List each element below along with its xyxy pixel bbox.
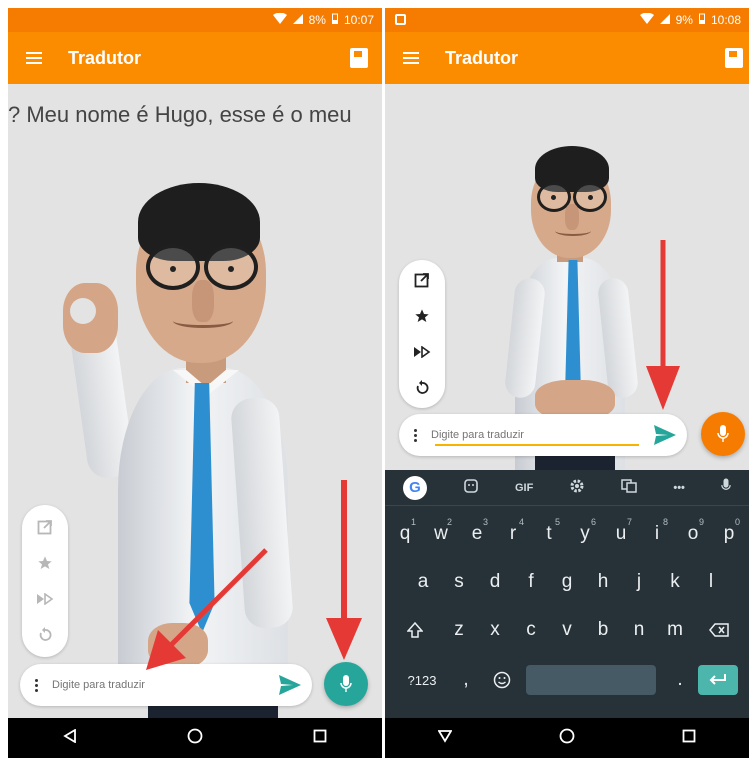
- key-m[interactable]: m: [657, 610, 693, 650]
- comma-key[interactable]: ,: [448, 660, 484, 700]
- home-icon[interactable]: [187, 728, 203, 749]
- key-n[interactable]: n: [621, 610, 657, 650]
- input-underline: [435, 444, 639, 446]
- keyboard-toolbar: G GIF •••: [385, 470, 749, 506]
- key-k[interactable]: k: [657, 562, 693, 602]
- mic-icon: [717, 425, 729, 442]
- home-icon[interactable]: [559, 728, 575, 749]
- translate-icon[interactable]: [621, 478, 638, 497]
- period-key[interactable]: .: [662, 660, 698, 700]
- key-v[interactable]: v: [549, 610, 585, 650]
- playback-speed-icon[interactable]: [399, 334, 445, 370]
- key-b[interactable]: b: [585, 610, 621, 650]
- key-g[interactable]: g: [549, 562, 585, 602]
- key-j[interactable]: j: [621, 562, 657, 602]
- key-i[interactable]: i8: [639, 514, 675, 554]
- key-h[interactable]: h: [585, 562, 621, 602]
- gif-button[interactable]: GIF: [515, 482, 533, 494]
- key-c[interactable]: c: [513, 610, 549, 650]
- system-nav-bar: [8, 718, 382, 758]
- symbols-key[interactable]: ?123: [396, 660, 448, 700]
- mic-button[interactable]: [324, 662, 368, 706]
- translate-input[interactable]: [431, 429, 643, 441]
- key-o[interactable]: o9: [675, 514, 711, 554]
- key-t[interactable]: t5: [531, 514, 567, 554]
- key-a[interactable]: a: [405, 562, 441, 602]
- key-z[interactable]: z: [441, 610, 477, 650]
- key-e[interactable]: e3: [459, 514, 495, 554]
- google-icon[interactable]: G: [403, 475, 427, 500]
- emoji-icon: [493, 671, 511, 689]
- translate-input-bar: [399, 414, 687, 456]
- external-link-icon[interactable]: [399, 262, 445, 298]
- right-phone-screen: 9% 10:08 Tradutor Digite para traduzir G…: [385, 8, 749, 758]
- key-f[interactable]: f: [513, 562, 549, 602]
- mic-icon: [340, 675, 352, 692]
- star-icon[interactable]: [399, 298, 445, 334]
- system-nav-bar: [385, 718, 749, 758]
- more-icon[interactable]: •••: [673, 482, 685, 494]
- gboard-keyboard: G GIF ••• q1 w2 e3 r4 t5 y6 u7 i8 o9 p0: [385, 470, 749, 720]
- translate-input-bar: [20, 664, 312, 706]
- translate-input[interactable]: [52, 679, 268, 691]
- playback-speed-icon[interactable]: [22, 581, 68, 617]
- recents-icon[interactable]: [682, 729, 696, 748]
- screenshot-root: 8% 10:07 Tradutor ? Meu nome é Hugo, ess…: [0, 0, 749, 758]
- star-icon[interactable]: [22, 545, 68, 581]
- back-icon[interactable]: [437, 729, 453, 748]
- shift-key[interactable]: [389, 610, 441, 650]
- key-s[interactable]: s: [441, 562, 477, 602]
- left-phone-screen: 8% 10:07 Tradutor ? Meu nome é Hugo, ess…: [8, 8, 382, 758]
- replay-icon[interactable]: [399, 370, 445, 406]
- shift-icon: [407, 622, 423, 638]
- keyboard-row-1: q1 w2 e3 r4 t5 y6 u7 i8 o9 p0: [385, 514, 749, 554]
- recents-icon[interactable]: [313, 729, 327, 748]
- settings-icon[interactable]: [569, 478, 585, 497]
- key-d[interactable]: d: [477, 562, 513, 602]
- enter-key[interactable]: [698, 665, 738, 695]
- emoji-key[interactable]: [484, 660, 520, 700]
- key-x[interactable]: x: [477, 610, 513, 650]
- backspace-key[interactable]: [693, 610, 745, 650]
- space-key[interactable]: [526, 665, 656, 695]
- key-r[interactable]: r4: [495, 514, 531, 554]
- action-panel: [399, 260, 445, 408]
- key-u[interactable]: u7: [603, 514, 639, 554]
- key-q[interactable]: q1: [387, 514, 423, 554]
- more-options-icon[interactable]: [20, 678, 52, 692]
- keyboard-row-3: z x c v b n m: [385, 610, 749, 650]
- key-w[interactable]: w2: [423, 514, 459, 554]
- sticker-icon[interactable]: [463, 478, 479, 497]
- key-l[interactable]: l: [693, 562, 729, 602]
- more-options-icon[interactable]: [399, 428, 431, 442]
- keyboard-row-2: a s d f g h j k l: [385, 562, 749, 602]
- external-link-icon[interactable]: [22, 509, 68, 545]
- key-y[interactable]: y6: [567, 514, 603, 554]
- keyboard-row-4: ?123 , .: [385, 660, 749, 700]
- action-panel: [22, 505, 68, 657]
- send-icon[interactable]: [268, 675, 312, 695]
- backspace-icon: [709, 623, 729, 637]
- key-p[interactable]: p0: [711, 514, 747, 554]
- voice-typing-icon[interactable]: [721, 478, 731, 497]
- send-icon[interactable]: [643, 425, 687, 445]
- back-icon[interactable]: [63, 727, 77, 748]
- enter-icon: [709, 674, 726, 685]
- replay-icon[interactable]: [22, 617, 68, 653]
- mic-button[interactable]: [701, 412, 745, 456]
